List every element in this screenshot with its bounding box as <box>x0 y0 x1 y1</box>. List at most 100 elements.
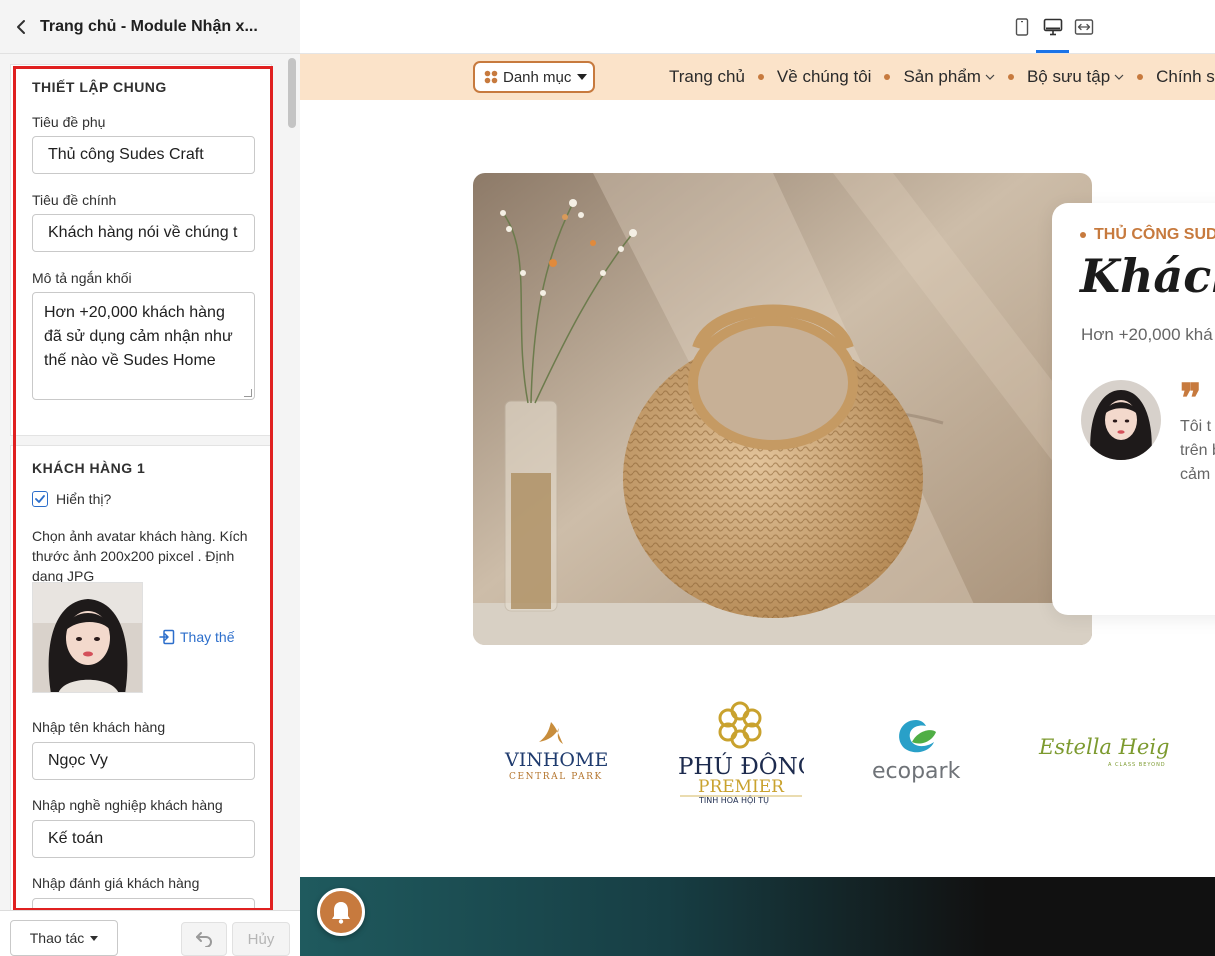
testimonial-title: Khách <box>1080 249 1215 303</box>
testimonial-description: Hơn +20,000 khá <box>1081 325 1213 344</box>
bell-icon <box>332 902 350 924</box>
chevron-left-icon <box>17 19 25 34</box>
customer-rating-input[interactable] <box>32 898 255 910</box>
testimonial-quote-text: Tôi t trên biệt cảm <box>1180 418 1215 483</box>
notification-bell-button[interactable] <box>317 888 365 936</box>
fullwidth-view-button[interactable] <box>1073 16 1095 38</box>
customer-rating-label: Nhập đánh giá khách hàng <box>32 875 200 891</box>
section-heading-customer-1: KHÁCH HÀNG 1 <box>32 460 146 476</box>
category-menu-label: Danh mục <box>503 68 572 86</box>
fullwidth-icon <box>1074 19 1094 35</box>
mobile-view-button[interactable] <box>1011 16 1033 38</box>
testimonial-eyebrow-text: THỦ CÔNG SUD <box>1094 226 1215 243</box>
site-navigation: Danh mục Trang chủ Về chúng tôi Sản phẩm… <box>300 54 1215 100</box>
estella-heights-sub-text: A CLASS BEYOND <box>1108 762 1166 768</box>
theme-editor: Trang chủ - Module Nhận x... THIẾT LẬP C… <box>0 0 1215 956</box>
panel-scroll-area: THIẾT LẬP CHUNG Tiêu đề phụ Thủ công Sud… <box>0 54 300 910</box>
cancel-button[interactable]: Hủy <box>232 922 290 956</box>
menu-item-policy[interactable]: Chính sá <box>1156 67 1215 87</box>
quote-mark-icon: ❞ <box>1180 375 1202 422</box>
actions-button[interactable]: Thao tác <box>10 920 118 956</box>
menu-item-collections[interactable]: Bộ sưu tập <box>1027 67 1124 87</box>
panel-scrollbar-thumb[interactable] <box>288 58 296 128</box>
menu-separator <box>1137 74 1144 80</box>
desktop-icon <box>1043 18 1063 36</box>
chevron-down-icon <box>985 74 995 80</box>
back-button[interactable] <box>12 18 30 36</box>
caret-down-icon <box>90 935 99 941</box>
panel-scrollbar-track[interactable] <box>286 54 300 910</box>
section-heading-general: THIẾT LẬP CHUNG <box>32 79 167 95</box>
phu-dong-logo: PHÚ ĐÔNG PREMIER TINH HOA HỘI TỤ <box>678 697 816 807</box>
title-input[interactable]: Khách hàng nói về chúng t <box>32 214 255 252</box>
testimonial-eyebrow: THỦ CÔNG SUD <box>1080 226 1215 244</box>
ecopark-logo-mark: ecopark <box>872 720 961 784</box>
menu-item-home[interactable]: Trang chủ <box>669 67 745 87</box>
description-textarea[interactable]: Hơn +20,000 khách hàng đã sử dụng cảm nh… <box>32 292 255 400</box>
panel-header: Trang chủ - Module Nhận x... <box>0 0 300 54</box>
mobile-icon <box>1015 18 1029 36</box>
customer-1-card: KHÁCH HÀNG 1 Hiển thị? Chọn ảnh avatar k… <box>10 445 272 910</box>
footer-band <box>300 877 1215 956</box>
customer-name-input[interactable]: Ngọc Vy <box>32 742 255 780</box>
menu-item-products[interactable]: Sản phẩm <box>903 67 995 87</box>
avatar-image <box>33 583 142 692</box>
replace-label: Thay thế <box>180 629 235 645</box>
customer-job-input[interactable]: Kế toán <box>32 820 255 858</box>
vinhomes-sub-text: CENTRAL PARK <box>509 772 603 782</box>
grid-dots-icon <box>484 70 498 84</box>
description-text: Hơn +20,000 khách hàng đã sử dụng cảm nh… <box>44 304 233 369</box>
avatar-help-text: Chọn ảnh avatar khách hàng. Kích thước ả… <box>32 528 248 584</box>
menu-separator <box>757 74 764 80</box>
phu-dong-logo-mark: PHÚ ĐÔNG PREMIER TINH HOA HỘI TỤ <box>678 701 816 805</box>
title-label: Tiêu đề chính <box>32 192 117 208</box>
settings-panel: Trang chủ - Module Nhận x... THIẾT LẬP C… <box>0 0 300 956</box>
subtitle-input[interactable]: Thủ công Sudes Craft <box>32 136 255 174</box>
desktop-view-button[interactable] <box>1042 16 1064 38</box>
estella-heights-logo-mark: Estella Heights A CLASS BEYOND <box>1038 735 1202 768</box>
estella-heights-text: Estella Heights <box>1038 735 1170 759</box>
menu-separator <box>1007 74 1014 80</box>
customer-name-label: Nhập tên khách hàng <box>32 719 166 735</box>
main-menu: Trang chủ Về chúng tôi Sản phẩm Bộ sưu t… <box>669 54 1215 100</box>
phu-dong-text: PHÚ ĐÔNG <box>678 753 804 780</box>
phu-dong-premier-text: PREMIER <box>698 777 785 797</box>
caret-down-icon <box>577 74 588 80</box>
category-menu-button[interactable]: Danh mục <box>473 61 595 93</box>
undo-icon <box>196 932 212 947</box>
customer-avatar-image <box>1081 380 1161 460</box>
replace-icon <box>159 629 175 645</box>
estella-heights-logo: Estella Heights A CLASS BEYOND <box>1038 728 1202 772</box>
testimonial-avatar <box>1081 380 1161 460</box>
phu-dong-tagline: TINH HOA HỘI TỤ <box>698 794 769 805</box>
ecopark-logo: ecopark <box>870 716 970 786</box>
menu-item-products-label: Sản phẩm <box>903 67 981 86</box>
menu-separator <box>884 74 891 80</box>
device-toolbar <box>300 0 1215 54</box>
chevron-down-icon <box>1114 74 1124 80</box>
resize-handle[interactable] <box>244 389 252 397</box>
site-preview: Danh mục Trang chủ Về chúng tôi Sản phẩm… <box>300 0 1215 956</box>
description-label: Mô tả ngắn khối <box>32 270 132 286</box>
show-checkbox[interactable] <box>32 491 48 507</box>
active-device-indicator <box>1036 50 1069 53</box>
vinhomes-text: VINHOMES <box>504 749 607 771</box>
replace-image-link[interactable]: Thay thế <box>159 629 234 645</box>
show-label: Hiển thị? <box>56 491 112 507</box>
vinhomes-logo-mark: VINHOMES CENTRAL PARK <box>504 722 621 782</box>
undo-button[interactable] <box>181 922 227 956</box>
menu-item-about[interactable]: Về chúng tôi <box>777 67 872 87</box>
actions-label: Thao tác <box>29 930 85 946</box>
subtitle-label: Tiêu đề phụ <box>32 114 106 130</box>
general-settings-card: THIẾT LẬP CHUNG Tiêu đề phụ Thủ công Sud… <box>10 64 272 436</box>
ecopark-text: ecopark <box>872 759 961 784</box>
show-toggle-row[interactable]: Hiển thị? <box>32 491 111 507</box>
menu-item-collections-label: Bộ sưu tập <box>1026 67 1111 86</box>
eyebrow-dot <box>1080 232 1086 238</box>
panel-footer: Thao tác Hủy <box>0 910 300 956</box>
customer-avatar-thumbnail <box>32 582 143 693</box>
panel-title: Trang chủ - Module Nhận x... <box>40 17 258 35</box>
customer-job-label: Nhập nghề nghiệp khách hàng <box>32 797 223 813</box>
testimonial-section-image <box>473 173 1092 645</box>
woven-bag-image <box>473 173 1092 645</box>
